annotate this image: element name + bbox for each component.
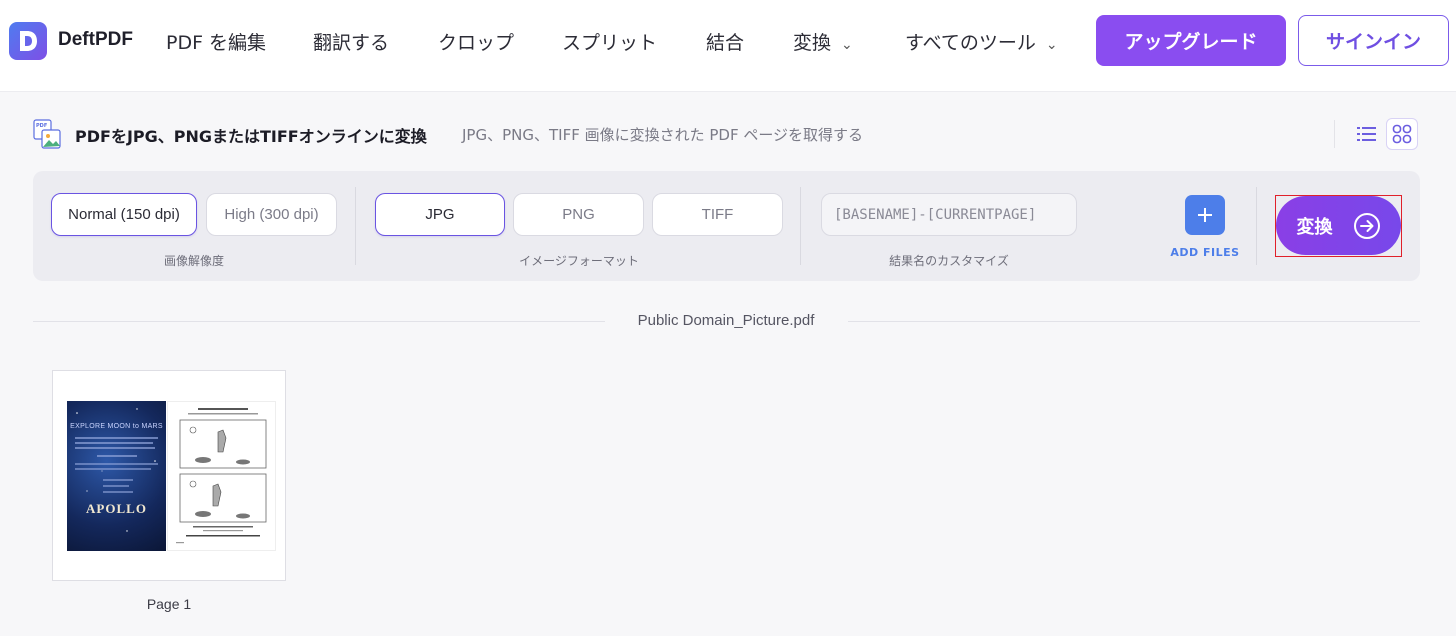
- nav-translate[interactable]: 翻訳する: [313, 28, 389, 55]
- nav-crop[interactable]: クロップ: [438, 28, 514, 55]
- thumbnail-inner-page: [167, 401, 276, 551]
- pdf-to-image-icon: PDF: [33, 119, 61, 149]
- grid-view-icon[interactable]: [1386, 118, 1418, 150]
- resolution-label: 画像解像度: [163, 254, 224, 268]
- result-name-input[interactable]: [821, 193, 1077, 236]
- upgrade-button[interactable]: アップグレード: [1096, 15, 1286, 66]
- file-divider-right: [848, 321, 1420, 322]
- add-files-label[interactable]: ADD FILES: [1165, 246, 1245, 259]
- nav-split[interactable]: スプリット: [562, 28, 657, 55]
- view-toggle-divider: [1334, 120, 1335, 148]
- resolution-normal-option[interactable]: Normal (150 dpi): [51, 193, 197, 236]
- format-tiff-option[interactable]: TIFF: [652, 193, 783, 236]
- page-label: Page 1: [146, 596, 192, 612]
- nav-convert-label: 変換: [793, 32, 832, 54]
- file-name: Public Domain_Picture.pdf: [637, 312, 815, 329]
- thumbnail-apollo-logo: APOLLO: [86, 501, 147, 516]
- nav-all-tools-dropdown[interactable]: すべてのツール ⌄: [905, 28, 1058, 55]
- convert-button-label: 変換: [1296, 216, 1333, 238]
- svg-text:PDF: PDF: [36, 123, 47, 129]
- chevron-down-icon: ⌄: [1045, 37, 1058, 53]
- brand-name[interactable]: DeftPDF: [58, 29, 133, 51]
- page-thumbnail-card[interactable]: EXPLORE MOON to MARS APOLLO: [52, 370, 286, 581]
- convert-button[interactable]: 変換: [1276, 196, 1401, 255]
- panel-divider: [1256, 187, 1257, 265]
- page-title: PDFをJPG、PNGまたはTIFFオンラインに変換: [75, 127, 427, 146]
- file-divider-left: [33, 321, 605, 322]
- panel-divider: [800, 187, 801, 265]
- chevron-down-icon: ⌄: [841, 37, 853, 53]
- nav-all-tools-label: すべてのツール: [905, 32, 1036, 54]
- signin-button[interactable]: サインイン: [1298, 15, 1449, 66]
- plus-icon: [1198, 208, 1212, 222]
- nav-edit-pdf[interactable]: PDF を編集: [166, 28, 266, 55]
- list-view-icon[interactable]: [1350, 118, 1384, 150]
- arrow-right-circle-icon: [1353, 212, 1380, 239]
- thumbnail-cover-image: EXPLORE MOON to MARS APOLLO: [67, 401, 166, 551]
- top-header: DeftPDF PDF を編集 翻訳する クロップ スプリット 結合 変換 ⌄ す…: [0, 0, 1456, 92]
- result-name-label: 結果名のカスタマイズ: [889, 254, 1009, 268]
- panel-divider: [355, 187, 356, 265]
- format-label: イメージフォーマット: [519, 254, 639, 268]
- deftpdf-logo-icon[interactable]: [9, 22, 47, 60]
- nav-convert-dropdown[interactable]: 変換 ⌄: [793, 28, 853, 55]
- format-jpg-option[interactable]: JPG: [375, 193, 505, 236]
- thumbnail-cover-title: EXPLORE MOON to MARS: [70, 423, 163, 430]
- nav-merge[interactable]: 結合: [706, 28, 744, 55]
- page-subtitle: JPG、PNG、TIFF 画像に変換された PDF ページを取得する: [462, 126, 864, 144]
- add-files-button[interactable]: [1185, 195, 1225, 235]
- format-png-option[interactable]: PNG: [513, 193, 644, 236]
- resolution-high-option[interactable]: High (300 dpi): [206, 193, 337, 236]
